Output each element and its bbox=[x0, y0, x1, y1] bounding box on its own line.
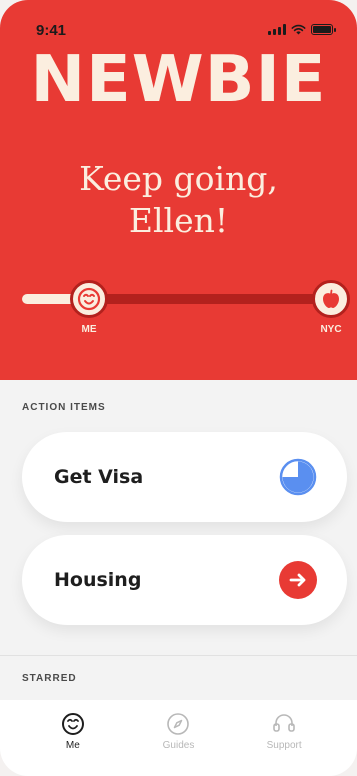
tab-guides[interactable]: Guides bbox=[138, 712, 218, 776]
tab-me-label: Me bbox=[65, 740, 80, 751]
apple-icon bbox=[323, 289, 339, 308]
get-visa-title: Get Visa bbox=[54, 466, 144, 488]
me-marker[interactable] bbox=[70, 280, 108, 318]
nyc-label: NYC bbox=[320, 324, 342, 335]
action-items-heading: ACTION ITEMS bbox=[22, 402, 106, 413]
status-time: 9:41 bbox=[36, 22, 67, 39]
brand-logo: NEWBIE bbox=[30, 43, 327, 117]
greeting-headline: Keep going, Ellen! bbox=[0, 158, 357, 242]
get-visa-card[interactable]: Get Visa bbox=[22, 432, 347, 522]
tab-guides-label: Guides bbox=[162, 740, 195, 751]
battery-icon bbox=[311, 24, 336, 35]
tab-support-label: Support bbox=[266, 740, 302, 751]
smiley-icon bbox=[61, 713, 84, 735]
nyc-marker[interactable] bbox=[312, 280, 350, 318]
housing-title: Housing bbox=[54, 569, 142, 591]
tab-bar: Me Guides Support bbox=[0, 700, 357, 776]
starred-heading: STARRED bbox=[22, 673, 77, 684]
section-divider bbox=[0, 655, 357, 656]
housing-card[interactable]: Housing bbox=[22, 535, 347, 625]
status-icons bbox=[268, 24, 336, 35]
smiley-icon bbox=[77, 287, 101, 311]
tab-support[interactable]: Support bbox=[244, 712, 324, 776]
me-label: ME bbox=[81, 324, 97, 335]
arrow-right-icon bbox=[289, 573, 306, 587]
signal-icon bbox=[268, 24, 286, 35]
status-bar: 9:41 bbox=[0, 0, 357, 40]
greeting-line-2: Ellen! bbox=[128, 201, 229, 240]
progress-track bbox=[22, 294, 332, 304]
app-screen: 9:41 NEWBIE Keep going, Ellen! ME NYC AC… bbox=[0, 0, 357, 776]
wifi-icon bbox=[291, 24, 306, 35]
hero-section: 9:41 NEWBIE Keep going, Ellen! ME NYC bbox=[0, 0, 357, 380]
arrow-right-circle-icon bbox=[279, 561, 317, 599]
journey-progress: ME NYC bbox=[22, 280, 350, 344]
headset-icon bbox=[273, 714, 295, 732]
tab-me[interactable]: Me bbox=[33, 712, 113, 776]
compass-icon bbox=[167, 713, 190, 735]
pie-progress-icon bbox=[279, 458, 317, 496]
greeting-line-1: Keep going, bbox=[79, 159, 278, 198]
